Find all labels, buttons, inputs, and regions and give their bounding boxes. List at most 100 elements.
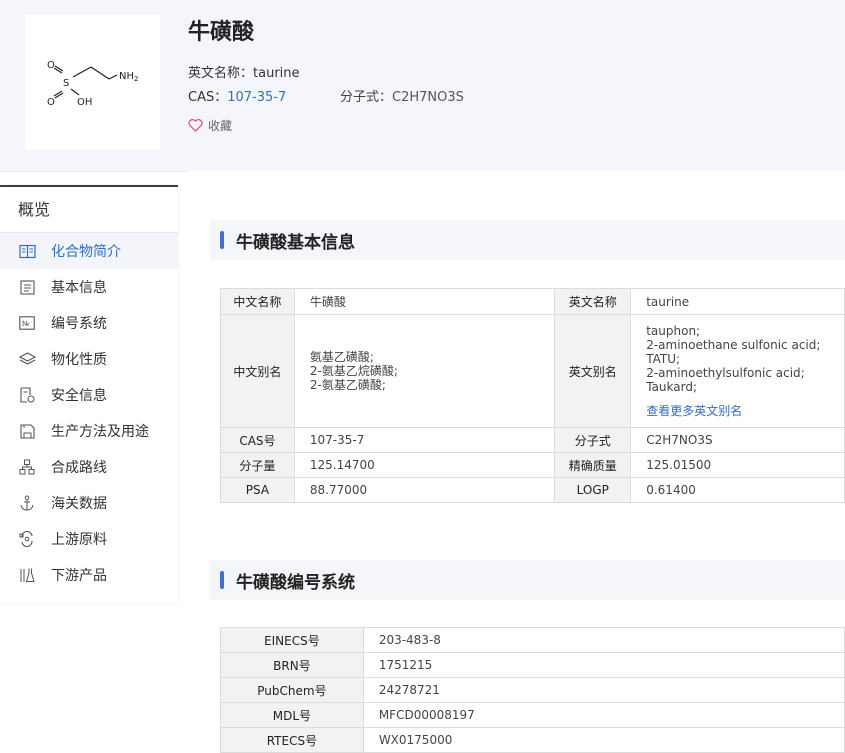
einecs-value: 203-483-8	[362, 627, 845, 653]
sidebar-item-downstream[interactable]: 下游产品	[0, 557, 178, 593]
sidebar-item-safety[interactable]: 安全信息	[0, 377, 178, 413]
section-heading-basic-info: 牛磺酸基本信息	[210, 220, 845, 260]
safety-doc-icon	[18, 386, 36, 404]
en-alias-item: Taukard;	[646, 379, 697, 394]
section-title: 牛磺酸基本信息	[236, 232, 355, 253]
formula-line: 分子式：C2H7NO3S	[340, 86, 464, 105]
atom-o1: O	[47, 60, 55, 71]
en-name-label: 英文名称	[554, 288, 632, 315]
section-heading-numbering: 牛磺酸编号系统	[210, 560, 845, 600]
mw-value: 125.14700	[293, 452, 556, 478]
sidebar-item-label: 化合物简介	[51, 244, 121, 260]
table-row: EINECS号 203-483-8	[220, 627, 845, 653]
sidebar-item-label: 生产方法及用途	[51, 424, 149, 440]
layers-icon	[18, 350, 36, 368]
formula-label: 分子式	[554, 427, 632, 453]
english-name-value: taurine	[253, 66, 300, 81]
section-title: 牛磺酸编号系统	[236, 572, 355, 593]
page-title: 牛磺酸	[188, 20, 255, 45]
rtecs-label: RTECS号	[220, 727, 364, 753]
table-row: PubChem号 24278721	[220, 677, 845, 703]
sidebar-item-basic-info[interactable]: 基本信息	[0, 269, 178, 305]
logp-label: LOGP	[554, 477, 632, 503]
table-row: 中文别名 氨基乙磺酸; 2-氨基乙烷磺酸; 2-氨基乙磺酸; 英文别名 taup…	[220, 314, 845, 428]
favorite-label: 收藏	[208, 119, 233, 133]
heart-icon	[188, 119, 203, 132]
anchor-icon	[18, 494, 36, 512]
book-icon	[18, 242, 36, 260]
en-alias-item: 2-aminoethane sulfonic acid;	[646, 337, 821, 352]
en-alias-label: 英文别名	[554, 314, 632, 428]
cas-label: CAS号	[220, 427, 295, 453]
sidebar-item-properties[interactable]: 物化性质	[0, 341, 178, 377]
cas-link[interactable]: 107-35-7	[227, 90, 286, 105]
pubchem-label: PubChem号	[220, 677, 364, 703]
cn-alias-item: 2-氨基乙烷磺酸;	[309, 364, 398, 378]
compound-header: O O S OH NH2 牛磺酸 英文名称：taurine CAS：107-35…	[0, 0, 845, 172]
favorite-button[interactable]: 收藏	[188, 117, 232, 134]
en-alias-cell: tauphon; 2-aminoethane sulfonic acid; TA…	[630, 314, 845, 428]
sidebar-item-numbering[interactable]: № 编号系统	[0, 305, 178, 341]
cn-alias-item: 氨基乙磺酸;	[309, 350, 374, 364]
basic-info-table: 中文名称 牛磺酸 英文名称 taurine 中文别名 氨基乙磺酸; 2-氨基乙烷…	[220, 288, 845, 503]
cas-value: 107-35-7	[293, 427, 556, 453]
psa-label: PSA	[220, 477, 295, 503]
table-row: 中文名称 牛磺酸 英文名称 taurine	[220, 288, 845, 315]
table-row: RTECS号 WX0175000	[220, 727, 845, 753]
save-icon	[18, 422, 36, 440]
en-alias-item: 2-aminoethylsulfonic acid;	[646, 365, 805, 380]
mdl-value: MFCD00008197	[362, 702, 845, 728]
more-aliases-link[interactable]: 查看更多英文别名	[646, 402, 843, 419]
cn-alias-cell: 氨基乙磺酸; 2-氨基乙烷磺酸; 2-氨基乙磺酸;	[293, 314, 556, 428]
table-row: BRN号 1751215	[220, 652, 845, 678]
brn-label: BRN号	[220, 652, 364, 678]
sidebar-item-label: 海关数据	[51, 496, 107, 512]
logp-value: 0.61400	[630, 477, 845, 503]
sidebar-item-synthesis[interactable]: 合成路线	[0, 449, 178, 485]
atom-nh2: NH2	[119, 71, 138, 83]
en-alias-item: TATU;	[646, 351, 681, 366]
list-icon	[18, 278, 36, 296]
atom-oh: OH	[77, 97, 92, 108]
sidebar-item-production[interactable]: 生产方法及用途	[0, 413, 178, 449]
numbering-table: EINECS号 203-483-8 BRN号 1751215 PubChem号 …	[220, 627, 845, 753]
mw-label: 分子量	[220, 452, 295, 478]
rtecs-value: WX0175000	[362, 727, 845, 753]
atom-s: S	[63, 78, 69, 89]
psa-value: 88.77000	[293, 477, 556, 503]
cn-name-label: 中文名称	[220, 288, 295, 315]
exact-mass-label: 精确质量	[554, 452, 632, 478]
sidebar-item-label: 编号系统	[51, 316, 107, 332]
english-name-line: 英文名称：taurine	[188, 62, 300, 81]
english-name-label: 英文名称：	[188, 66, 254, 81]
svg-text:№: №	[22, 320, 29, 328]
number-icon: №	[18, 314, 36, 332]
mdl-label: MDL号	[220, 702, 364, 728]
structure-image: O O S OH NH2	[25, 15, 160, 149]
sidebar-item-upstream[interactable]: 上游原料	[0, 521, 178, 557]
cn-alias-label: 中文别名	[220, 314, 295, 428]
einecs-label: EINECS号	[220, 627, 364, 653]
table-row: 分子量 125.14700 精确质量 125.01500	[220, 452, 845, 478]
section-accent-bar	[220, 231, 224, 249]
formula-value: C2H7NO3S	[392, 90, 464, 105]
cycle-icon	[18, 530, 36, 548]
en-name-value: taurine	[630, 288, 845, 315]
sidebar-item-label: 上游原料	[51, 532, 107, 548]
pubchem-value: 24278721	[362, 677, 845, 703]
en-alias-item: tauphon;	[646, 323, 701, 338]
hierarchy-icon	[18, 458, 36, 476]
sidebar-item-label: 合成路线	[51, 460, 107, 476]
sidebar-item-customs[interactable]: 海关数据	[0, 485, 178, 521]
table-row: PSA 88.77000 LOGP 0.61400	[220, 477, 845, 503]
sidebar-overview: 概览	[0, 187, 178, 233]
sidebar-item-label: 下游产品	[51, 568, 107, 584]
table-row: MDL号 MFCD00008197	[220, 702, 845, 728]
sidebar-item-label: 基本信息	[51, 280, 107, 296]
exact-mass-value: 125.01500	[630, 452, 845, 478]
formula-label: 分子式：	[340, 90, 393, 105]
flask-icon	[18, 566, 36, 584]
section-accent-bar	[220, 571, 224, 589]
sidebar-item-compound-intro[interactable]: 化合物简介	[0, 233, 178, 269]
sidebar-item-label: 物化性质	[51, 352, 107, 368]
